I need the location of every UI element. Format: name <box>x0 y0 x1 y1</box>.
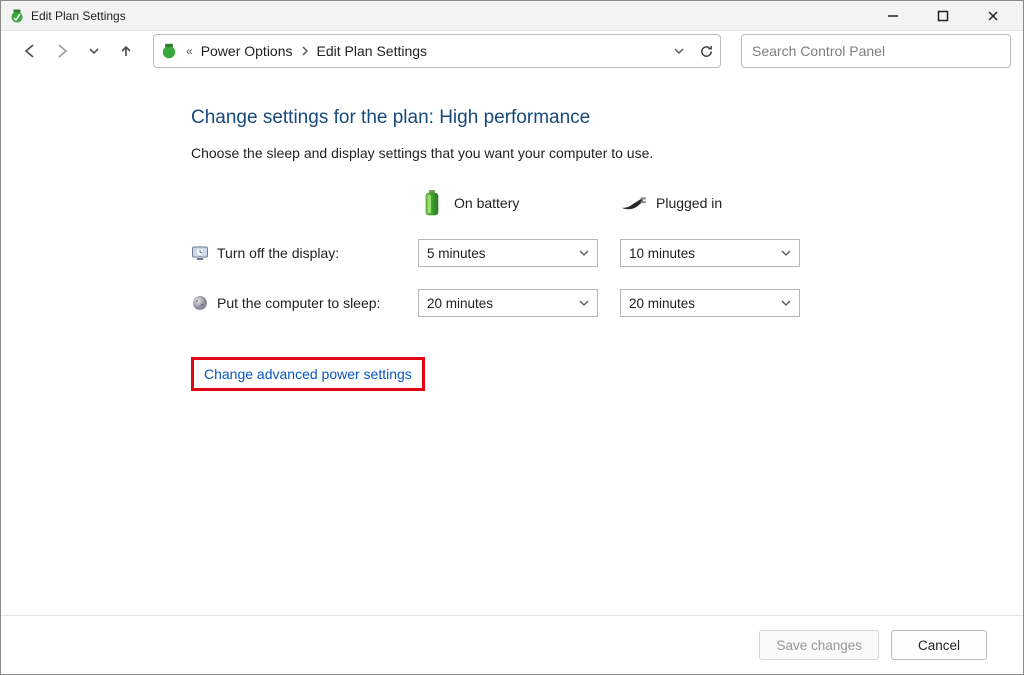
refresh-button[interactable] <box>699 44 714 59</box>
recent-locations-button[interactable] <box>83 40 105 62</box>
button-label: Cancel <box>918 638 960 653</box>
up-button[interactable] <box>115 40 137 62</box>
plug-icon <box>620 189 648 217</box>
content-area: Change settings for the plan: High perfo… <box>1 71 1023 615</box>
cancel-button[interactable]: Cancel <box>891 630 987 660</box>
row-turn-off-display: Turn off the display: <box>191 244 406 262</box>
row-display-label: Turn off the display: <box>217 245 339 261</box>
maximize-button[interactable] <box>929 6 957 26</box>
battery-icon <box>418 189 446 217</box>
chevron-down-icon <box>781 249 791 257</box>
back-button[interactable] <box>19 40 41 62</box>
column-on-battery-label: On battery <box>454 195 519 211</box>
select-value: 5 minutes <box>427 246 486 261</box>
settings-grid: On battery Plugged in <box>191 189 983 317</box>
breadcrumb-root[interactable]: Power Options <box>201 43 293 59</box>
display-icon <box>191 244 209 262</box>
breadcrumb-leaf[interactable]: Edit Plan Settings <box>317 43 428 59</box>
window-title: Edit Plan Settings <box>31 9 126 23</box>
select-value: 10 minutes <box>629 246 695 261</box>
row-sleep: Put the computer to sleep: <box>191 294 406 312</box>
address-bar-tail <box>673 44 714 59</box>
column-plugged-in-label: Plugged in <box>656 195 722 211</box>
chevron-down-icon <box>579 299 589 307</box>
save-changes-button[interactable]: Save changes <box>759 630 879 660</box>
select-display-plugged[interactable]: 10 minutes <box>620 239 800 267</box>
column-plugged-in: Plugged in <box>620 189 810 217</box>
breadcrumb-root-chevron-icon: « <box>184 44 195 58</box>
address-dropdown-button[interactable] <box>673 45 685 57</box>
app-icon <box>9 8 25 24</box>
column-on-battery: On battery <box>418 189 608 217</box>
control-panel-icon <box>160 42 178 60</box>
button-label: Save changes <box>776 638 862 653</box>
change-advanced-settings-link[interactable]: Change advanced power settings <box>204 366 412 382</box>
close-button[interactable] <box>979 6 1007 26</box>
sleep-icon <box>191 294 209 312</box>
select-value: 20 minutes <box>427 296 493 311</box>
select-display-battery[interactable]: 5 minutes <box>418 239 598 267</box>
select-sleep-plugged[interactable]: 20 minutes <box>620 289 800 317</box>
forward-button[interactable] <box>51 40 73 62</box>
highlight-box: Change advanced power settings <box>191 357 425 391</box>
footer: Save changes Cancel <box>1 615 1023 674</box>
window-controls <box>879 6 1015 26</box>
chevron-down-icon <box>781 299 791 307</box>
row-sleep-label: Put the computer to sleep: <box>217 295 380 311</box>
window-frame: Edit Plan Settings <box>0 0 1024 675</box>
titlebar: Edit Plan Settings <box>1 1 1023 31</box>
select-sleep-battery[interactable]: 20 minutes <box>418 289 598 317</box>
address-bar[interactable]: « Power Options Edit Plan Settings <box>153 34 721 68</box>
page-subtext: Choose the sleep and display settings th… <box>191 145 983 161</box>
page-heading: Change settings for the plan: High perfo… <box>191 107 983 129</box>
select-value: 20 minutes <box>629 296 695 311</box>
chevron-right-icon <box>299 46 311 56</box>
nav-row: « Power Options Edit Plan Settings <box>1 31 1023 71</box>
chevron-down-icon <box>579 249 589 257</box>
search-input[interactable] <box>741 34 1011 68</box>
minimize-button[interactable] <box>879 6 907 26</box>
